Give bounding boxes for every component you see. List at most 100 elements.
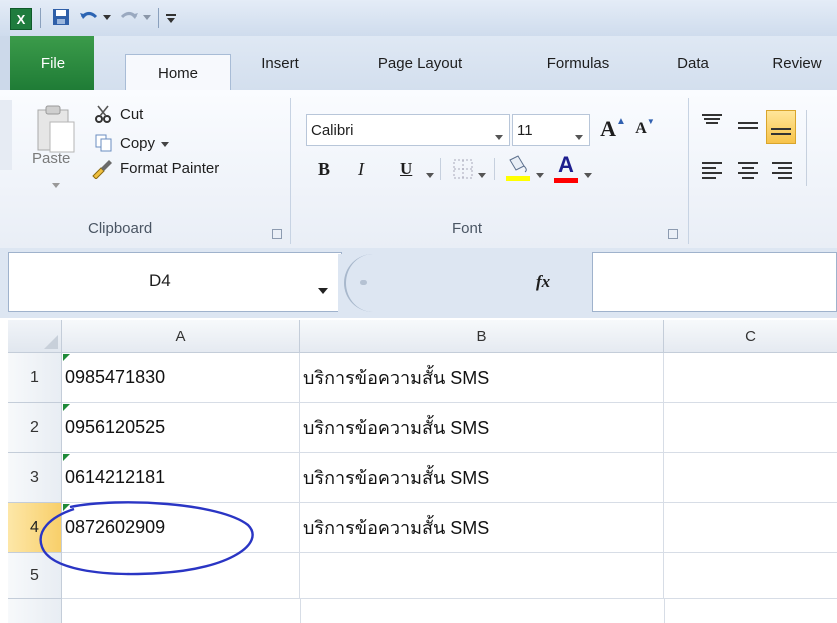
borders-icon[interactable] [452,158,474,184]
cell-a1-value: 0985471830 [65,367,166,387]
chevron-down-icon[interactable] [575,127,583,144]
cell-c1[interactable] [664,353,837,403]
format-painter-label: Format Painter [120,159,220,177]
formula-input[interactable] [592,252,837,312]
font-color-dropdown-icon[interactable] [584,166,592,182]
align-bottom-button[interactable] [766,110,796,144]
error-indicator-icon [63,404,70,411]
column-header-a[interactable]: A [62,320,300,353]
row-header-2-label: 2 [30,418,39,436]
fill-color-dropdown-icon[interactable] [536,166,544,182]
grow-font-button[interactable]: A ▲ [598,114,628,144]
cell-c3[interactable] [664,453,837,503]
cut-button[interactable]: Cut [94,104,143,124]
tab-formulas-label: Formulas [546,54,610,72]
column-header-c[interactable]: C [664,320,837,353]
align-right-icon[interactable] [770,160,794,184]
column-header-b[interactable]: B [300,320,664,353]
group-separator [688,98,689,244]
font-size-combobox[interactable]: 11 [512,114,590,146]
paste-dropdown-icon[interactable] [52,176,60,192]
annotation-ellipse [39,501,254,576]
cut-label: Cut [120,105,144,123]
insert-function-button[interactable]: fx [536,272,550,292]
bold-button[interactable]: B [318,156,340,182]
column-header-a-label: A [175,327,186,345]
select-all-icon [44,335,58,349]
paste-label: Paste [32,150,71,167]
cell-b2[interactable]: บริการข้อความสั้น SMS [300,403,664,453]
paste-button[interactable]: Paste [22,100,86,230]
tab-formulas[interactable]: Formulas [528,36,628,90]
excel-icon-letter: X [16,11,26,27]
excel-icon[interactable]: X [10,8,32,30]
font-launcher-icon[interactable] [668,229,678,239]
toolbar-separator [494,158,495,180]
dot-icon [360,280,367,285]
fill-color-icon[interactable] [504,154,532,186]
tab-home[interactable]: Home [125,54,231,92]
scissors-icon [94,104,114,124]
error-indicator-icon [63,354,70,361]
font-name-combobox[interactable]: Calibri [306,114,510,146]
font-name-value: Calibri [311,121,354,139]
qat-separator [158,8,159,28]
tab-insert[interactable]: Insert [246,36,314,90]
align-bottom-icon [771,125,791,143]
fill-color-swatch [506,176,530,181]
save-icon[interactable] [52,8,70,26]
align-top-icon[interactable] [700,112,724,136]
tab-file[interactable]: File [0,36,94,90]
tab-review[interactable]: Review [757,36,837,90]
cell-b4[interactable]: บริการข้อความสั้น SMS [300,503,664,553]
row-header-1[interactable]: 1 [8,353,62,403]
qat-separator [40,8,41,28]
undo-icon[interactable] [78,8,100,28]
tab-data[interactable]: Data [663,36,723,90]
borders-dropdown-icon[interactable] [478,166,486,182]
cell-b1[interactable]: บริการข้อความสั้น SMS [300,353,664,403]
cell-b2-value: บริการข้อความสั้น SMS [303,418,490,438]
shrink-font-button[interactable]: A ▼ [630,114,660,144]
cell-b3[interactable]: บริการข้อความสั้น SMS [300,453,664,503]
font-color-swatch [554,178,578,183]
underline-dropdown-icon[interactable] [426,166,434,182]
cell-c5[interactable] [664,553,837,599]
clipboard-launcher-icon[interactable] [272,229,282,239]
cell-c2[interactable] [664,403,837,453]
cell-b5[interactable] [300,553,664,599]
gridline [300,599,301,623]
tab-page-layout[interactable]: Page Layout [356,36,484,90]
cell-a1[interactable]: 0985471830 [62,353,300,403]
name-box[interactable]: D4 [8,252,342,312]
cell-a2[interactable]: 0956120525 [62,403,300,453]
redo-icon[interactable] [118,8,140,28]
underline-button[interactable]: U [400,156,422,182]
name-box-dropdown-icon[interactable] [318,282,328,298]
tab-review-label: Review [772,54,822,72]
italic-button[interactable]: I [358,156,380,182]
copy-icon [94,133,114,153]
format-painter-button[interactable]: Format Painter [90,157,220,180]
font-color-label: A [558,152,574,177]
chevron-down-icon[interactable] [495,127,503,144]
grow-font-label: A [600,116,616,141]
font-group-label: Font [452,220,483,237]
select-all-button[interactable] [8,320,62,353]
toolbar-separator [440,158,441,180]
copy-dropdown-icon[interactable] [161,135,170,151]
customize-qat-icon[interactable] [164,8,178,28]
row-header-6[interactable] [8,599,62,623]
align-left-icon[interactable] [700,160,724,184]
font-color-button[interactable]: A [552,152,580,184]
undo-dropdown-icon[interactable] [102,8,112,28]
cell-c4[interactable] [664,503,837,553]
redo-dropdown-icon[interactable] [142,8,152,28]
column-header-b-label: B [476,327,487,345]
align-middle-icon[interactable] [736,114,760,142]
cell-b1-value: บริการข้อความสั้น SMS [303,368,490,388]
fx-icon: fx [536,272,551,291]
align-center-icon[interactable] [736,160,760,184]
row-header-2[interactable]: 2 [8,403,62,453]
copy-button[interactable]: Copy [94,133,170,153]
